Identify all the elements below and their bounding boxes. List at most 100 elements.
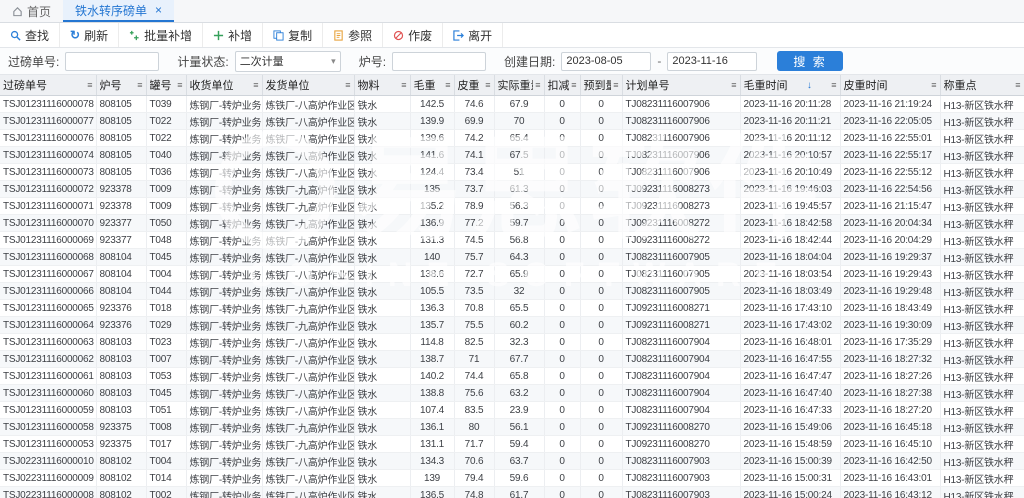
table-cell: 铁水 [354,232,410,249]
table-cell: T050 [146,215,186,232]
table-cell: 铁水 [354,164,410,181]
col-header-furnace[interactable]: 炉号≡ [96,75,146,96]
table-cell: 炼铁厂-九高炉作业区 [262,215,354,232]
column-menu-icon[interactable]: ≡ [177,80,182,90]
column-menu-icon[interactable]: ≡ [831,80,836,90]
tab-iron-transfer-label: 铁水转序磅单 [75,2,147,19]
date-to-input[interactable] [667,52,757,71]
table-row[interactable]: TSJ01231116000060808103T045炼钢厂-转炉业务区炼铁厂-… [0,385,1024,402]
column-menu-icon[interactable]: ≡ [87,80,92,90]
table-row[interactable]: TSJ01231116000067808104T004炼钢厂-转炉业务区炼铁厂-… [0,266,1024,283]
table-row[interactable]: TSJ01231116000065923376T018炼钢厂-转炉业务区炼铁厂-… [0,300,1024,317]
col-header-expected[interactable]: 预到量≡ [580,75,622,96]
table-cell: 32.3 [494,334,544,351]
tab-home[interactable]: 首页 [0,0,63,22]
table-row[interactable]: TSJ01231116000076808105T022炼钢厂-转炉业务区炼铁厂-… [0,130,1024,147]
table-row[interactable]: TSJ01231116000071923378T009炼钢厂-转炉业务区炼铁厂-… [0,198,1024,215]
col-header-weigh-no[interactable]: 过磅单号≡ [0,75,96,96]
table-cell: TJ09231116008271 [622,300,740,317]
table-cell: 71.7 [454,436,494,453]
status-select[interactable]: 二次计量 ▾ [235,51,341,72]
reference-button[interactable]: 参照 [323,23,383,47]
column-menu-icon[interactable]: ≡ [571,80,576,90]
column-menu-icon[interactable]: ≡ [401,80,406,90]
column-menu-icon[interactable]: ≡ [535,80,540,90]
table-cell: TSJ01231116000061 [0,368,96,385]
table-cell: 79.4 [454,470,494,487]
table-cell: 炼铁厂-九高炉作业区 [262,300,354,317]
batch-add-button[interactable]: 批量补增 [119,23,203,47]
col-header-deduct[interactable]: 扣减≡ [544,75,580,96]
column-menu-icon[interactable]: ≡ [445,80,450,90]
table-row[interactable]: TSJ01231116000070923377T050炼钢厂-转炉业务区炼铁厂-… [0,215,1024,232]
table-row[interactable]: TSJ01231116000072923378T009炼钢厂-转炉业务区炼铁厂-… [0,181,1024,198]
tab-bar: 首页 铁水转序磅单 × [0,0,1024,23]
refresh-button[interactable]: ↻ 刷新 [60,23,119,47]
table-row[interactable]: TSJ02231116000009808102T014炼钢厂-转炉业务区炼铁厂-… [0,470,1024,487]
column-menu-icon[interactable]: ≡ [731,80,736,90]
table-row[interactable]: TSJ01231116000074808105T040炼钢厂-转炉业务区炼铁厂-… [0,147,1024,164]
col-header-tare[interactable]: 皮重≡ [454,75,494,96]
table-row[interactable]: TSJ01231116000069923377T048炼钢厂-转炉业务区炼铁厂-… [0,232,1024,249]
close-icon[interactable]: × [155,4,162,16]
col-header-weigh-point[interactable]: 称重点≡ [940,75,1024,96]
void-button[interactable]: 作废 [383,23,443,47]
col-header-net[interactable]: 实际重量≡ [494,75,544,96]
col-header-receiver[interactable]: 收货单位≡ [186,75,262,96]
add-button[interactable]: 补增 [203,23,263,47]
table-row[interactable]: TSJ01231116000068808104T045炼钢厂-转炉业务区炼铁厂-… [0,249,1024,266]
table-row[interactable]: TSJ01231116000058923375T008炼钢厂-转炉业务区炼铁厂-… [0,419,1024,436]
table-cell: 0 [544,266,580,283]
table-cell: 59.6 [494,470,544,487]
column-menu-icon[interactable]: ≡ [1015,80,1020,90]
tab-iron-transfer[interactable]: 铁水转序磅单 × [63,0,174,22]
table-cell: TJ09231116008272 [622,232,740,249]
table-row[interactable]: TSJ02231116000010808102T004炼钢厂-转炉业务区炼铁厂-… [0,453,1024,470]
col-header-gross[interactable]: 毛重≡ [410,75,454,96]
col-header-shipper[interactable]: 发货单位≡ [262,75,354,96]
table-cell: 74.2 [454,130,494,147]
table-row[interactable]: TSJ01231116000053923375T017炼钢厂-转炉业务区炼铁厂-… [0,436,1024,453]
table-row[interactable]: TSJ01231116000061808103T053炼钢厂-转炉业务区炼铁厂-… [0,368,1024,385]
table-row[interactable]: TSJ02231116000008808102T002炼钢厂-转炉业务区炼铁厂-… [0,487,1024,498]
table-cell: 139.6 [410,130,454,147]
table-cell: 64.3 [494,249,544,266]
column-menu-icon[interactable]: ≡ [345,80,350,90]
col-header-tank[interactable]: 罐号≡ [146,75,186,96]
table-cell: 74.8 [454,487,494,498]
column-menu-icon[interactable]: ≡ [613,80,618,90]
date-range-separator: - [657,54,661,68]
date-from-input[interactable] [561,52,651,71]
table-cell: 0 [544,96,580,113]
weigh-no-input[interactable] [65,52,159,71]
table-row[interactable]: TSJ01231116000066808104T044炼钢厂-转炉业务区炼铁厂-… [0,283,1024,300]
col-header-plan-no[interactable]: 计划单号≡ [622,75,740,96]
table-row[interactable]: TSJ01231116000062808103T007炼钢厂-转炉业务区炼铁厂-… [0,351,1024,368]
table-row[interactable]: TSJ01231116000059808103T051炼钢厂-转炉业务区炼铁厂-… [0,402,1024,419]
app-window: 首页 铁水转序磅单 × 查找 ↻ 刷新 批量补增 补增 [0,0,1024,498]
search-button[interactable]: 搜 索 [777,51,842,71]
col-header-material[interactable]: 物料≡ [354,75,410,96]
table-row[interactable]: TSJ01231116000078808105T039炼钢厂-转炉业务区炼铁厂-… [0,96,1024,113]
table-row[interactable]: TSJ01231116000064923376T029炼钢厂-转炉业务区炼铁厂-… [0,317,1024,334]
col-header-gross-time[interactable]: 毛重时间↓≡ [740,75,840,96]
table-cell: 59.4 [494,436,544,453]
table-row[interactable]: TSJ01231116000063808103T023炼钢厂-转炉业务区炼铁厂-… [0,334,1024,351]
column-menu-icon[interactable]: ≡ [931,80,936,90]
column-menu-icon[interactable]: ≡ [253,80,258,90]
find-button[interactable]: 查找 [0,23,60,47]
table-row[interactable]: TSJ01231116000077808105T022炼钢厂-转炉业务区炼铁厂-… [0,113,1024,130]
table-cell: TJ08231116007903 [622,487,740,498]
table-cell: TJ08231116007905 [622,283,740,300]
table-cell: H13-新区铁水秤 [940,334,1024,351]
table-row[interactable]: TSJ01231116000073808105T036炼钢厂-转炉业务区炼铁厂-… [0,164,1024,181]
copy-button[interactable]: 复制 [263,23,323,47]
furnace-input[interactable] [392,52,486,71]
column-menu-icon[interactable]: ≡ [137,80,142,90]
table-cell: 2023-11-16 16:47:55 [740,351,840,368]
status-select-value: 二次计量 [240,53,284,69]
col-header-tare-time[interactable]: 皮重时间≡ [840,75,940,96]
table-body: TSJ01231116000078808105T039炼钢厂-转炉业务区炼铁厂-… [0,96,1024,498]
column-menu-icon[interactable]: ≡ [485,80,490,90]
leave-button[interactable]: 离开 [443,23,503,47]
